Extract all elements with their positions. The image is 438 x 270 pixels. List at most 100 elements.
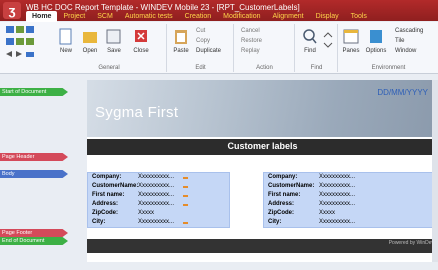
customer-label-left[interactable]: Company: Xxxxxxxxxx... CustomerName: Xxx…: [87, 172, 230, 228]
band-start-of-document[interactable]: Start of Document: [0, 88, 68, 96]
tab-tools[interactable]: Tools: [345, 11, 373, 22]
customer-name-value[interactable]: Xxxxxxxxxx...: [138, 183, 174, 189]
link-marker-icon: [183, 222, 188, 224]
window-button[interactable]: Window: [395, 48, 416, 54]
new-label: New: [59, 48, 72, 54]
powered-by-logo: Powered by WinDev: [388, 240, 434, 246]
band-end-of-document[interactable]: End of Document: [0, 237, 68, 245]
ribbon-group-find: Find Find: [296, 24, 338, 72]
zipcode-value[interactable]: Xxxxx: [319, 210, 335, 216]
city-label: City:: [268, 219, 282, 225]
find-label: Find: [304, 48, 316, 54]
tab-display[interactable]: Display: [310, 11, 345, 22]
panes-button[interactable]: Panes: [341, 28, 361, 54]
report-company-title[interactable]: Sygma First: [95, 104, 178, 121]
tab-alignment[interactable]: Alignment: [267, 11, 310, 22]
ribbon-group-edit: Paste Cut Copy Duplicate Edit: [168, 24, 234, 72]
link-marker-icon: [183, 186, 188, 188]
group-label-environment: Environment: [371, 65, 406, 71]
city-label: City:: [92, 219, 106, 225]
first-name-label: First name:: [92, 192, 125, 198]
vertical-scrollbar[interactable]: [432, 80, 438, 262]
company-label: Company:: [268, 174, 298, 180]
menu-tabs: Home Project SCM Automatic tests Creatio…: [26, 11, 373, 22]
city-value[interactable]: Xxxxxxxxxx...: [319, 219, 355, 225]
customer-name-label: CustomerName:: [268, 183, 315, 189]
find-expand-icon[interactable]: [323, 30, 333, 50]
close-label: Close: [133, 48, 149, 54]
first-name-value[interactable]: Xxxxxxxxxx...: [319, 192, 355, 198]
tab-home[interactable]: Home: [26, 11, 58, 22]
new-button[interactable]: New: [56, 28, 76, 54]
tab-creation[interactable]: Creation: [179, 11, 217, 22]
company-value[interactable]: Xxxxxxxxxx...: [319, 174, 355, 180]
group-label-general: General: [98, 65, 120, 71]
customer-name-value[interactable]: Xxxxxxxxxx...: [319, 183, 355, 189]
save-button[interactable]: Save: [104, 28, 124, 54]
cascading-button[interactable]: Cascading: [395, 28, 423, 34]
clipboard-icon: [175, 30, 187, 44]
options-icon: [370, 30, 382, 43]
company-value[interactable]: Xxxxxxxxxx...: [138, 174, 174, 180]
magnifier-icon: [303, 29, 317, 44]
ribbon: New Open Save Close General Paste Cut Co: [0, 22, 438, 74]
restore-button[interactable]: Restore: [241, 38, 262, 44]
company-label: Company:: [92, 174, 122, 180]
cut-button[interactable]: Cut: [196, 28, 205, 34]
options-label: Options: [365, 48, 387, 54]
copy-button[interactable]: Copy: [196, 38, 210, 44]
save-label: Save: [107, 48, 121, 54]
open-button[interactable]: Open: [80, 28, 100, 54]
zipcode-value[interactable]: Xxxxx: [138, 210, 154, 216]
close-button[interactable]: Close: [130, 28, 152, 54]
first-name-value[interactable]: Xxxxxxxxxx...: [138, 192, 174, 198]
duplicate-button[interactable]: Duplicate: [196, 48, 221, 54]
zipcode-label: ZipCode:: [268, 210, 294, 216]
city-value[interactable]: Xxxxxxxxxx...: [138, 219, 174, 225]
report-page: Sygma First DD/MM/YYYY Customer labels C…: [87, 80, 438, 262]
quick-access-icons[interactable]: [6, 26, 46, 60]
tab-automatic-tests[interactable]: Automatic tests: [119, 11, 179, 22]
paste-button[interactable]: Paste: [171, 28, 191, 54]
ribbon-group-action: Cancel Restore Replay Action: [235, 24, 295, 72]
zipcode-label: ZipCode:: [92, 210, 118, 216]
ribbon-group-environment: Panes Options Cascading Tile Window Envi…: [339, 24, 438, 72]
first-name-label: First name:: [268, 192, 301, 198]
tab-project[interactable]: Project: [57, 11, 91, 22]
replay-button[interactable]: Replay: [241, 48, 260, 54]
address-label: Address:: [92, 201, 119, 207]
band-page-footer[interactable]: Page Footer: [0, 229, 68, 237]
group-label-action: Action: [256, 65, 273, 71]
options-button[interactable]: Options: [364, 28, 388, 54]
report-editor-window: ʒ WB HC DOC Report Template - WINDEV Mob…: [0, 0, 438, 270]
customer-name-label: CustomerName:: [92, 183, 139, 189]
panes-icon: [343, 29, 359, 44]
tile-button[interactable]: Tile: [395, 38, 404, 44]
folder-icon: [83, 32, 97, 43]
report-date[interactable]: DD/MM/YYYY: [377, 88, 428, 97]
group-label-find: Find: [310, 65, 323, 71]
band-body[interactable]: Body: [0, 170, 68, 178]
save-disk-icon: [106, 29, 121, 44]
tab-modification[interactable]: Modification: [217, 11, 266, 22]
cancel-button[interactable]: Cancel: [241, 28, 260, 34]
group-label-edit: Edit: [195, 65, 206, 71]
address-value[interactable]: Xxxxxxxxxx...: [138, 201, 174, 207]
address-label: Address:: [268, 201, 295, 207]
tab-scm[interactable]: SCM: [91, 11, 119, 22]
address-value[interactable]: Xxxxxxxxxx...: [319, 201, 355, 207]
footer-bar: [87, 239, 438, 253]
link-marker-icon: [183, 204, 188, 206]
paste-label: Paste: [173, 48, 189, 54]
customer-label-right[interactable]: Company: Xxxxxxxxxx... CustomerName: Xxx…: [263, 172, 434, 228]
new-file-icon: [59, 28, 72, 45]
band-page-header[interactable]: Page Header: [0, 153, 68, 161]
windev-logo-icon[interactable]: ʒ: [3, 2, 21, 19]
open-label: Open: [82, 48, 98, 54]
close-icon: [135, 30, 147, 42]
customer-labels-title[interactable]: Customer labels: [87, 141, 438, 151]
panes-label: Panes: [342, 48, 360, 54]
find-button[interactable]: Find: [300, 28, 320, 54]
link-marker-icon: [183, 177, 188, 179]
link-marker-icon: [183, 195, 188, 197]
